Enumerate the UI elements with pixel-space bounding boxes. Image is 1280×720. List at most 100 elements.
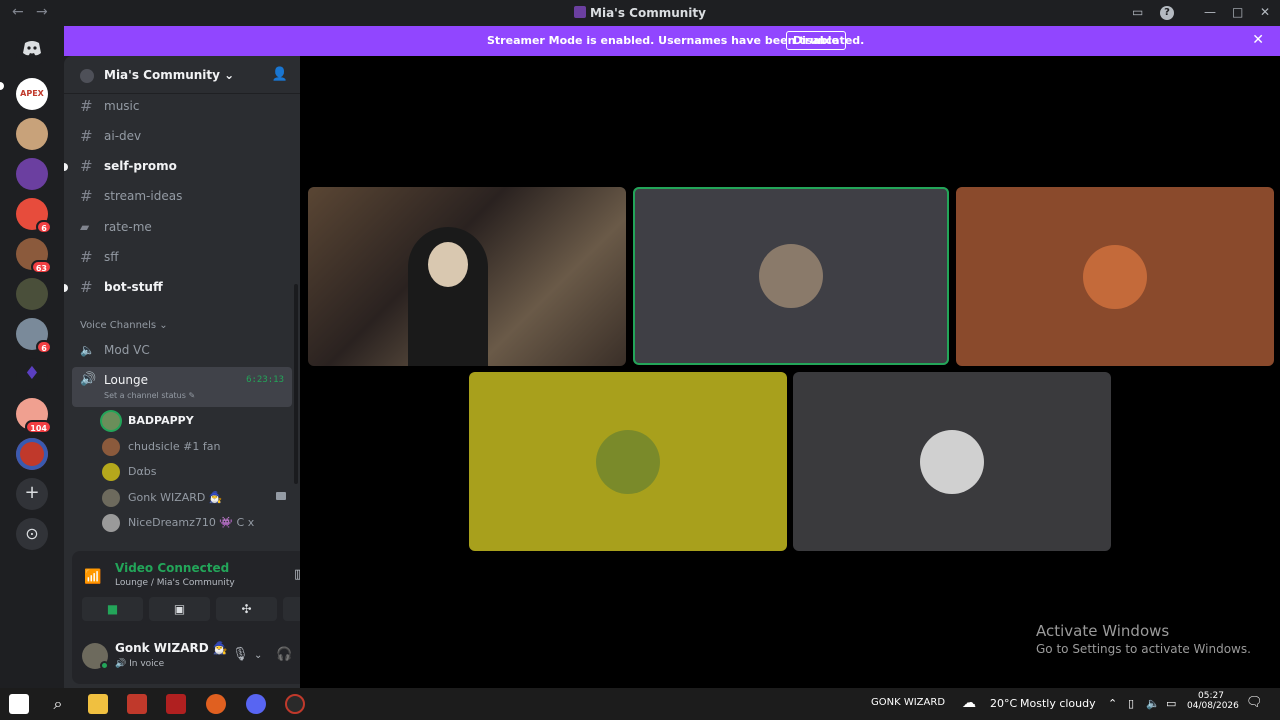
channel-label: bot-stuff xyxy=(104,280,163,294)
video-tile-participant-4[interactable] xyxy=(469,372,787,551)
notification-icon[interactable]: 🗨 xyxy=(1246,695,1263,710)
filezilla-icon[interactable] xyxy=(166,694,186,714)
server-6[interactable] xyxy=(16,278,48,310)
inbox-icon[interactable]: ▭ xyxy=(1132,5,1143,19)
windows-start-icon[interactable] xyxy=(9,694,29,714)
avatar xyxy=(1083,244,1147,309)
search-icon[interactable]: ⌕ xyxy=(48,694,68,714)
channel-label: sff xyxy=(104,250,119,264)
sidebar-scrollbar[interactable] xyxy=(294,284,298,484)
help-icon[interactable]: ? xyxy=(1160,6,1174,20)
window-title-text: Mia's Community xyxy=(590,6,706,20)
voice-timer: 6:23:13 xyxy=(246,375,284,385)
activities-button[interactable]: ✣ xyxy=(216,597,277,621)
connection-signal-icon: 📶 xyxy=(84,569,102,585)
server-7[interactable]: 6 xyxy=(16,318,52,354)
discord-home-icon[interactable] xyxy=(16,32,48,64)
clock[interactable]: 05:27 04/08/2026 xyxy=(1187,691,1239,711)
channel-rate-me[interactable]: ▰ rate-me xyxy=(72,214,292,240)
server-8[interactable]: ♦ xyxy=(16,358,48,390)
channel-bot-stuff[interactable]: # bot-stuff xyxy=(64,274,292,300)
video-tile-participant-5[interactable] xyxy=(793,372,1111,551)
maximize-button[interactable]: □ xyxy=(1232,5,1243,19)
disable-streamer-mode-button[interactable]: Disable xyxy=(786,31,846,50)
discover-icon[interactable]: ⊙ xyxy=(16,518,48,550)
headphones-icon[interactable]: 🎧 xyxy=(276,647,292,662)
watermark-title: Activate Windows xyxy=(1036,622,1170,640)
voice-status-subtitle[interactable]: Lounge / Mia's Community xyxy=(115,578,235,588)
browser-icon[interactable] xyxy=(206,694,226,714)
video-tile-participant-3[interactable] xyxy=(956,187,1274,366)
voice-channel-mod-vc[interactable]: 🔈 Mod VC xyxy=(72,337,292,363)
avatar xyxy=(596,429,660,494)
microphone-icon[interactable]: 🎙 xyxy=(232,647,249,662)
avatar xyxy=(102,412,120,430)
speaker-icon: 🔈 xyxy=(80,343,95,357)
mention-badge: 63 xyxy=(30,260,52,274)
hash-icon: # xyxy=(80,157,93,175)
server-4[interactable]: 6 xyxy=(16,198,52,234)
voice-member[interactable]: chudsicle #1 fan xyxy=(100,435,290,459)
close-banner-icon[interactable]: ✕ xyxy=(1252,32,1264,48)
server-10[interactable] xyxy=(16,438,48,470)
guild-header[interactable]: Mia's Community ⌄ 👤 xyxy=(64,56,300,94)
channel-sff[interactable]: # sff xyxy=(72,244,292,270)
volume-icon[interactable]: 🔈 xyxy=(1146,697,1160,710)
mention-badge: 6 xyxy=(36,340,52,354)
discord-taskbar-icon[interactable] xyxy=(246,694,266,714)
channel-status-link[interactable]: Set a channel status ✎ xyxy=(104,391,195,400)
unread-indicator xyxy=(64,284,68,292)
server-3[interactable] xyxy=(16,158,48,190)
add-server-button[interactable]: + xyxy=(16,478,48,510)
server-2[interactable] xyxy=(16,118,48,150)
close-window-button[interactable]: ✕ xyxy=(1260,5,1270,19)
forum-icon: ▰ xyxy=(80,220,90,234)
network-icon[interactable]: ▯ xyxy=(1128,697,1134,710)
camera-button[interactable]: ■ xyxy=(82,597,143,621)
windows-taskbar: ⌕ GONK WIZARD ☁ 20°C Mostly cloudy ⌃ ▯ 🔈… xyxy=(0,688,1280,720)
weather-description[interactable]: Mostly cloudy xyxy=(1020,697,1096,710)
channel-ai-dev[interactable]: # ai-dev xyxy=(72,123,292,149)
hash-icon: # xyxy=(80,187,93,205)
temperature[interactable]: 20°C xyxy=(990,697,1017,710)
username[interactable]: Gonk WIZARD 🧙‍♂️ xyxy=(115,641,228,655)
voice-status-title: Video Connected xyxy=(115,561,230,575)
channel-music[interactable]: # music xyxy=(72,93,292,119)
voice-member[interactable]: Dαbs xyxy=(100,460,290,484)
channel-self-promo[interactable]: # self-promo xyxy=(64,153,292,179)
voice-member[interactable]: NiceDreamz710 👾 C x xyxy=(100,511,290,535)
watermark-subtitle: Go to Settings to activate Windows. xyxy=(1036,642,1251,656)
channel-label: Lounge xyxy=(104,373,149,387)
channel-label: music xyxy=(104,99,140,113)
server-apex[interactable]: APEX xyxy=(16,78,48,110)
server-5[interactable]: 63 xyxy=(16,238,52,274)
screen-share-button[interactable]: ▣ xyxy=(149,597,210,621)
clock-date: 04/08/2026 xyxy=(1187,701,1239,711)
file-explorer-icon[interactable] xyxy=(88,694,108,714)
channel-label: Mod VC xyxy=(104,343,150,357)
app-icon[interactable] xyxy=(285,694,305,714)
voice-channel-lounge[interactable]: 🔊 Lounge 6:23:13 Set a channel status ✎ xyxy=(72,367,292,407)
avatar xyxy=(102,438,120,456)
video-tile-participant-2[interactable] xyxy=(633,187,949,365)
voice-member[interactable]: BADPAPPY xyxy=(100,409,290,433)
unread-indicator xyxy=(64,163,68,171)
hash-icon: # xyxy=(80,97,93,115)
minimize-button[interactable]: — xyxy=(1204,5,1216,19)
server-9[interactable]: 104 xyxy=(16,398,52,434)
server-rail: APEX 6 63 6 ♦ 104 + ⊙ xyxy=(0,26,64,688)
tray-chevron-up-icon[interactable]: ⌃ xyxy=(1108,697,1117,710)
chevron-down-icon[interactable]: ⌄ xyxy=(254,650,262,661)
member-name: Gonk WIZARD 🧙‍♂️ xyxy=(128,491,223,504)
display-icon[interactable]: ▭ xyxy=(1166,697,1176,710)
voice-member[interactable]: Gonk WIZARD 🧙‍♂️ xyxy=(100,486,290,510)
voice-category-header[interactable]: Voice Channels ⌄ xyxy=(80,320,168,331)
video-tile-streamer[interactable] xyxy=(308,187,626,366)
speaker-active-icon: 🔊 xyxy=(80,372,97,387)
app-icon[interactable] xyxy=(127,694,147,714)
channel-stream-ideas[interactable]: # stream-ideas xyxy=(72,183,292,209)
taskbar-user-label[interactable]: GONK WIZARD xyxy=(871,697,945,708)
invite-people-icon[interactable]: 👤 xyxy=(272,67,288,82)
clock-time: 05:27 xyxy=(1198,691,1224,701)
hash-icon: # xyxy=(80,278,93,296)
